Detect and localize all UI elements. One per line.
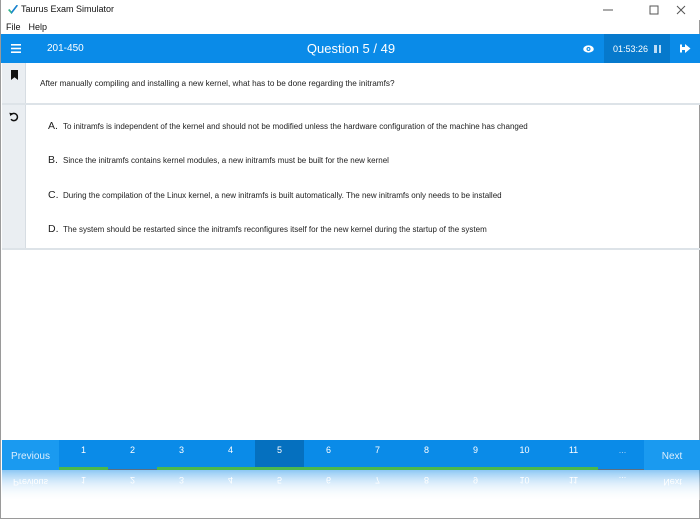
- answer-text: The system should be restarted since the…: [63, 224, 487, 234]
- minimize-icon: [603, 9, 613, 11]
- exam-header: 201-450 Question 5 / 49 01:53:26: [1, 34, 700, 63]
- answer-list: A. To initramfs is independent of the ke…: [26, 105, 700, 248]
- minimize-button[interactable]: [585, 0, 631, 20]
- page-label: 9: [472, 445, 478, 455]
- page-button-8[interactable]: 8: [402, 440, 451, 470]
- menu-bar: File Help: [1, 20, 700, 34]
- pause-icon[interactable]: [654, 44, 662, 53]
- page-more-button[interactable]: ...: [598, 440, 647, 470]
- page-label: 11: [568, 445, 579, 455]
- page-label: 6: [325, 445, 331, 455]
- question-navigation: Previous 1 2 3 4 5 6 7 8 9 10 11... Next: [2, 440, 700, 470]
- undo-icon: [9, 112, 19, 122]
- page-label: 3: [178, 445, 184, 455]
- question-panel: After manually compiling and installing …: [26, 63, 700, 103]
- page-label: 10: [519, 445, 530, 455]
- exit-icon: [679, 44, 690, 53]
- page-button-3[interactable]: 3: [157, 440, 206, 470]
- answer-option-b[interactable]: B. Since the initramfs contains kernel m…: [48, 150, 389, 170]
- exit-button[interactable]: [674, 34, 696, 63]
- question-side-strip: [2, 63, 26, 103]
- answer-text: Since the initramfs contains kernel modu…: [63, 155, 389, 165]
- page-label: 1: [80, 445, 86, 455]
- timer-value: 01:53:26: [612, 43, 649, 54]
- page-label: 7: [374, 445, 380, 455]
- answer-letter: A.: [48, 120, 58, 132]
- eye-icon: [582, 44, 594, 53]
- app-logo-check-icon: [8, 5, 18, 14]
- title-bar: Taurus Exam Simulator: [1, 0, 700, 20]
- page-button-9[interactable]: 9: [451, 440, 500, 470]
- answer-option-a[interactable]: A. To initramfs is independent of the ke…: [48, 116, 528, 136]
- menu-toggle-button[interactable]: [1, 34, 31, 63]
- answer-letter: D.: [48, 223, 59, 235]
- answer-option-c[interactable]: C. During the compilation of the Linux k…: [48, 185, 502, 205]
- answer-letter: B.: [48, 154, 58, 166]
- page-button-5[interactable]: 5: [255, 440, 304, 470]
- window-title: Taurus Exam Simulator: [21, 4, 115, 14]
- menu-help[interactable]: Help: [29, 20, 48, 34]
- answer-letter: C.: [48, 189, 59, 201]
- page-button-11[interactable]: 11: [549, 440, 598, 470]
- bookmark-icon: [10, 70, 18, 80]
- reset-answer-button[interactable]: [2, 112, 26, 122]
- page-list: 1 2 3 4 5 6 7 8 9 10 11...: [59, 440, 647, 470]
- answer-option-d[interactable]: D. The system should be restarted since …: [48, 219, 487, 239]
- page-button-7[interactable]: 7: [353, 440, 402, 470]
- hamburger-icon: [11, 44, 21, 53]
- close-button[interactable]: [661, 0, 700, 20]
- next-button[interactable]: Next: [644, 440, 700, 470]
- bookmark-button[interactable]: [2, 70, 26, 80]
- answer-text: During the compilation of the Linux kern…: [63, 190, 502, 200]
- close-icon: [676, 5, 686, 15]
- answer-text: To initramfs is independent of the kerne…: [63, 121, 528, 131]
- page-label: 8: [423, 445, 429, 455]
- maximize-icon: [649, 5, 659, 15]
- page-button-6[interactable]: 6: [304, 440, 353, 470]
- timer: 01:53:26: [604, 34, 670, 63]
- nav-reflection: 1234567891011...PreviousNext: [2, 470, 700, 500]
- reveal-answer-button[interactable]: [579, 34, 597, 63]
- page-button-1[interactable]: 1: [59, 440, 108, 470]
- question-text: After manually compiling and installing …: [40, 79, 395, 88]
- page-button-4[interactable]: 4: [206, 440, 255, 470]
- divider: [2, 248, 700, 250]
- page-button-2[interactable]: 2: [108, 440, 157, 470]
- previous-button[interactable]: Previous: [2, 440, 59, 470]
- page-label: ...: [618, 445, 627, 455]
- reflection-fade: [2, 470, 700, 500]
- app-window: Taurus Exam Simulator File Help 201-450 …: [0, 0, 700, 519]
- page-button-10[interactable]: 10: [500, 440, 549, 470]
- exam-code: 201-450: [47, 43, 84, 54]
- page-label: 2: [129, 445, 135, 455]
- answers-side-strip: [2, 105, 26, 248]
- page-label: 5: [276, 445, 282, 455]
- page-label: 4: [227, 445, 233, 455]
- menu-file[interactable]: File: [6, 20, 21, 34]
